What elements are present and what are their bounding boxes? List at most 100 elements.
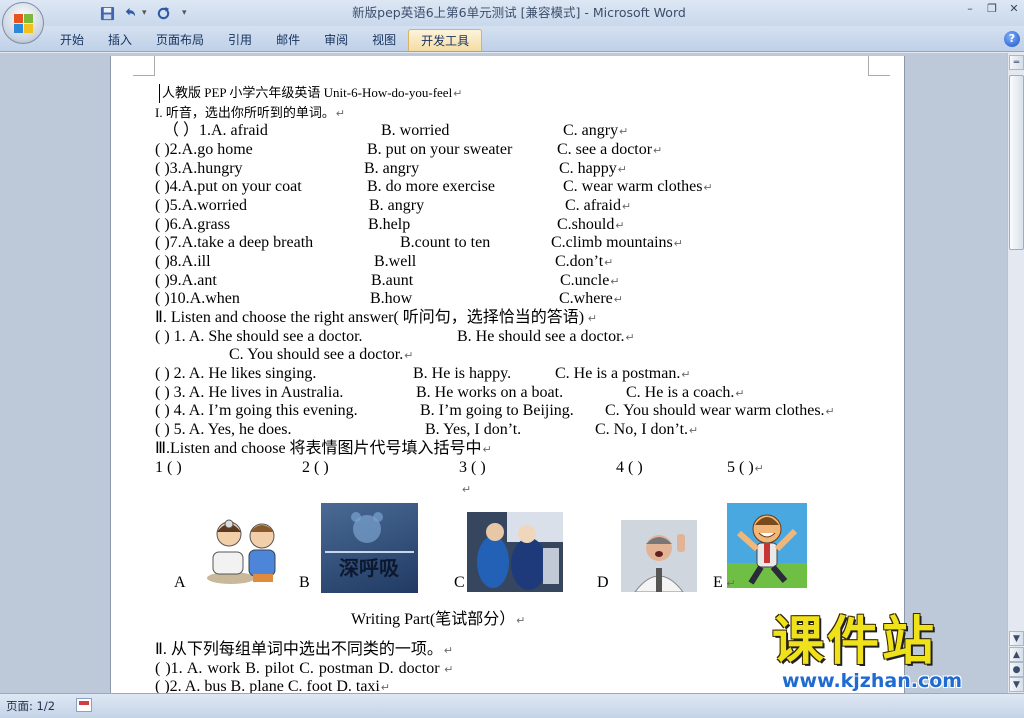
s2-q1-c: C. You should see a doctor.↵ <box>229 346 414 363</box>
q3-a: ( )3.A.hungry <box>155 160 243 177</box>
tab-references[interactable]: 引用 <box>216 29 264 51</box>
q10-b: B.how <box>370 290 413 307</box>
s2-q3-b: B. He works on a boat. <box>416 384 564 401</box>
q4-b: B. do more exercise <box>367 178 495 195</box>
status-bar: 页面: 1/2 <box>0 693 1024 718</box>
document-workspace: 人教版 PEP 小学六年级英语 Unit-6-How-do-you-feel↵ … <box>0 53 1007 693</box>
document-page[interactable]: 人教版 PEP 小学六年级英语 Unit-6-How-do-you-feel↵ … <box>110 56 905 693</box>
s3-blank-4: 4 ( ) <box>616 459 643 476</box>
s2-q4-c: C. You should wear warm clothes.↵ <box>605 402 835 419</box>
q1-c: C. angry↵ <box>563 122 629 139</box>
section-2-heading: Ⅱ. Listen and choose the right answer( 听… <box>155 309 598 326</box>
w-q1: ( )1. A. work B. pilot C. postman D. doc… <box>155 660 454 677</box>
q8-b: B.well <box>374 253 417 270</box>
doctor-patient-icon <box>205 508 285 588</box>
proofing-status-icon[interactable] <box>76 698 92 712</box>
vertical-scrollbar[interactable]: ═ ▼ ▲ ● ▼ <box>1007 53 1024 693</box>
q6-b: B.help <box>368 216 411 233</box>
w-q2: ( )2. A. bus B. plane C. foot D. taxi↵ <box>155 678 391 693</box>
label-c: C <box>454 574 465 591</box>
s2-q5-c: C. No, I don’t.↵ <box>595 421 699 438</box>
q5-b: B. angry <box>369 197 425 214</box>
q2-c: C. see a doctor↵ <box>557 141 663 158</box>
q5-c: C. afraid↵ <box>565 197 632 214</box>
watermark-brand: 课件站 <box>772 612 938 672</box>
q1-a: （ ）1.A. afraid <box>163 122 268 139</box>
s3-blank-1: 1 ( ) <box>155 459 182 476</box>
q8-c: C.don’t↵ <box>555 253 614 270</box>
split-handle-icon[interactable]: ═ <box>1009 55 1024 70</box>
q2-a: ( )2.A.go home <box>155 141 253 158</box>
restore-icon[interactable]: ❐ <box>984 2 1000 16</box>
s3-blank-2: 2 ( ) <box>302 459 329 476</box>
tab-developer[interactable]: 开发工具 <box>408 29 483 51</box>
s2-q5-a: ( ) 5. A. Yes, he does. <box>155 421 292 438</box>
s2-q5-b: B. Yes, I don’t. <box>425 421 522 438</box>
q9-b: B.aunt <box>371 272 414 289</box>
s3-blank-3: 3 ( ) <box>459 459 486 476</box>
ribbon: 开始 插入 页面布局 引用 邮件 审阅 视图 开发工具 ? <box>0 26 1024 52</box>
margin-corner-left <box>133 56 155 76</box>
q4-c: C. wear warm clothes↵ <box>563 178 713 195</box>
q7-c: C.climb mountains↵ <box>551 234 683 251</box>
s2-q4-a: ( ) 4. A. I’m going this evening. <box>155 402 358 419</box>
label-a: A <box>174 574 186 591</box>
q4-a: ( )4.A.put on your coat <box>155 178 302 195</box>
title-bar: ▾ ▾ 新版pep英语6上第6单元测试 [兼容模式] - Microsoft W… <box>0 0 1024 26</box>
tab-home[interactable]: 开始 <box>48 29 96 51</box>
q8-a: ( )8.A.ill <box>155 253 211 270</box>
minimize-icon[interactable]: – <box>962 2 978 16</box>
scroll-down-icon[interactable]: ▼ <box>1009 631 1024 646</box>
paragraph-mark: ↵ <box>462 484 472 496</box>
help-icon[interactable]: ? <box>1004 31 1020 47</box>
section-1-heading: I. 听音，选出你所听到的单词。↵ <box>155 105 346 120</box>
tab-view[interactable]: 视图 <box>360 29 408 51</box>
q9-c: C.uncle↵ <box>560 272 620 289</box>
happy-cartoon-man-icon <box>727 503 807 588</box>
office-logo-icon <box>14 14 34 34</box>
s2-q2-c: C. He is a postman.↵ <box>555 365 691 382</box>
previous-page-icon[interactable]: ▲ <box>1009 647 1024 662</box>
label-d: D <box>597 574 609 591</box>
q6-c: C.should↵ <box>557 216 625 233</box>
tab-mailings[interactable]: 邮件 <box>264 29 312 51</box>
next-page-icon[interactable]: ▼ <box>1009 677 1024 692</box>
angry-man-photo-icon <box>621 520 697 592</box>
q10-c: C.where↵ <box>559 290 623 307</box>
q9-a: ( )9.A.ant <box>155 272 217 289</box>
ribbon-tabs: 开始 插入 页面布局 引用 邮件 审阅 视图 开发工具 <box>48 29 483 51</box>
section-3-heading: Ⅲ.Listen and choose 将表情图片代号填入括号中↵ <box>155 440 492 457</box>
close-icon[interactable]: ✕ <box>1006 2 1022 16</box>
label-b: B <box>299 574 310 591</box>
writing-section-2-heading: Ⅱ. 从下列每组单词中选出不同类的一项。↵ <box>155 641 454 658</box>
q3-b: B. angry <box>364 160 420 177</box>
s2-q3-a: ( ) 3. A. He lives in Australia. <box>155 384 344 401</box>
q7-a: ( )7.A.take a deep breath <box>155 234 314 251</box>
watermark-url: www.kjzhan.com <box>782 670 963 692</box>
tab-insert[interactable]: 插入 <box>96 29 144 51</box>
q10-a: ( )10.A.when <box>155 290 240 307</box>
svg-text:深呼吸: 深呼吸 <box>339 556 400 580</box>
s2-q3-c: C. He is a coach.↵ <box>626 384 745 401</box>
select-browse-object-icon[interactable]: ● <box>1009 662 1024 677</box>
skiers-photo-icon <box>467 512 563 592</box>
window-title: 新版pep英语6上第6单元测试 [兼容模式] - Microsoft Word <box>352 5 686 20</box>
q6-a: ( )6.A.grass <box>155 216 231 233</box>
s2-q1-b: B. He should see a doctor.↵ <box>457 328 635 345</box>
scrollbar-thumb[interactable] <box>1009 75 1024 250</box>
window-controls: – ❐ ✕ <box>962 2 1022 16</box>
office-button[interactable] <box>2 2 44 44</box>
tab-page-layout[interactable]: 页面布局 <box>144 29 216 51</box>
s2-q1-a: ( ) 1. A. She should see a doctor. <box>155 328 363 345</box>
q5-a: ( )5.A.worried <box>155 197 247 214</box>
writing-part-heading: Writing Part(笔试部分）↵ <box>351 611 526 628</box>
q2-b: B. put on your sweater <box>367 141 513 158</box>
s2-q2-b: B. He is happy. <box>413 365 512 382</box>
s3-blank-5: 5 ( )↵ <box>727 459 764 476</box>
q3-c: C. happy↵ <box>559 160 627 177</box>
s2-q4-b: B. I’m going to Beijing. <box>420 402 574 419</box>
document-heading: 人教版 PEP 小学六年级英语 Unit-6-How-do-you-feel↵ <box>159 84 462 103</box>
tab-review[interactable]: 审阅 <box>312 29 360 51</box>
margin-corner-right <box>868 56 890 76</box>
page-number-status[interactable]: 页面: 1/2 <box>6 698 55 714</box>
